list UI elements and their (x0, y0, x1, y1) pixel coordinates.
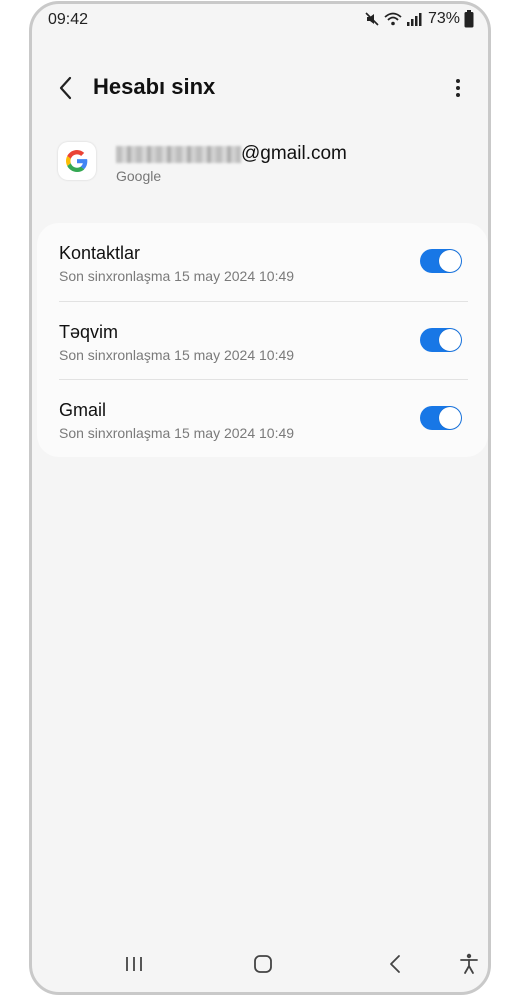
toggle-knob (439, 250, 461, 272)
sync-item-last-sync: Son sinxronlaşma 15 may 2024 10:49 (59, 347, 295, 363)
battery-icon (464, 10, 474, 28)
signal-icon (406, 11, 422, 27)
phone-frame: 09:42 73% Hesabı sinx @gmail.com Google … (29, 1, 491, 995)
status-bar: 09:42 73% (32, 4, 488, 38)
sync-item-label: Kontaktlar (59, 243, 141, 263)
more-options-button[interactable] (446, 72, 470, 104)
sync-item-contacts[interactable]: Kontaktlar Son sinxronlaşma 15 may 2024 … (37, 223, 488, 301)
home-icon (254, 955, 272, 973)
sync-item-last-sync: Son sinxronlaşma 15 may 2024 10:49 (59, 425, 295, 441)
more-vertical-icon (456, 79, 460, 97)
wifi-icon (384, 11, 402, 27)
toggle-knob (439, 329, 461, 351)
sync-item-gmail[interactable]: Gmail Son sinxronlaşma 15 may 2024 10:49 (37, 380, 488, 458)
redacted-username (116, 145, 241, 163)
email-domain: @gmail.com (241, 143, 347, 164)
sync-item-label: Gmail (59, 400, 107, 420)
back-button[interactable] (52, 74, 80, 102)
status-icons: 73% (364, 10, 474, 28)
recents-button[interactable] (119, 950, 149, 978)
back-arrow-icon (59, 76, 72, 100)
gmail-sync-toggle[interactable] (420, 406, 462, 430)
account-provider: Google (116, 168, 162, 184)
sync-list: Kontaktlar Son sinxronlaşma 15 may 2024 … (37, 223, 488, 457)
sync-item-calendar[interactable]: Təqvim Son sinxronlaşma 15 may 2024 10:4… (37, 302, 488, 380)
sync-item-label: Təqvim (59, 322, 119, 342)
status-time: 09:42 (48, 11, 89, 28)
google-logo-icon (58, 142, 96, 180)
accessibility-button[interactable] (454, 950, 484, 978)
accessibility-icon (460, 953, 478, 974)
account-header: @gmail.com Google (58, 140, 468, 200)
recents-icon (126, 957, 142, 971)
contacts-sync-toggle[interactable] (420, 249, 462, 273)
account-email: @gmail.com (116, 143, 347, 165)
nav-back-button[interactable] (380, 950, 410, 978)
home-button[interactable] (248, 950, 278, 978)
sync-item-last-sync: Son sinxronlaşma 15 may 2024 10:49 (59, 268, 295, 284)
battery-percent: 73% (427, 10, 460, 27)
app-bar: Hesabı sinx (32, 62, 488, 114)
calendar-sync-toggle[interactable] (420, 328, 462, 352)
toggle-knob (439, 407, 461, 429)
back-icon (390, 955, 400, 973)
page-title: Hesabı sinx (93, 74, 216, 99)
navigation-bar (32, 944, 488, 984)
mute-icon (364, 11, 380, 27)
